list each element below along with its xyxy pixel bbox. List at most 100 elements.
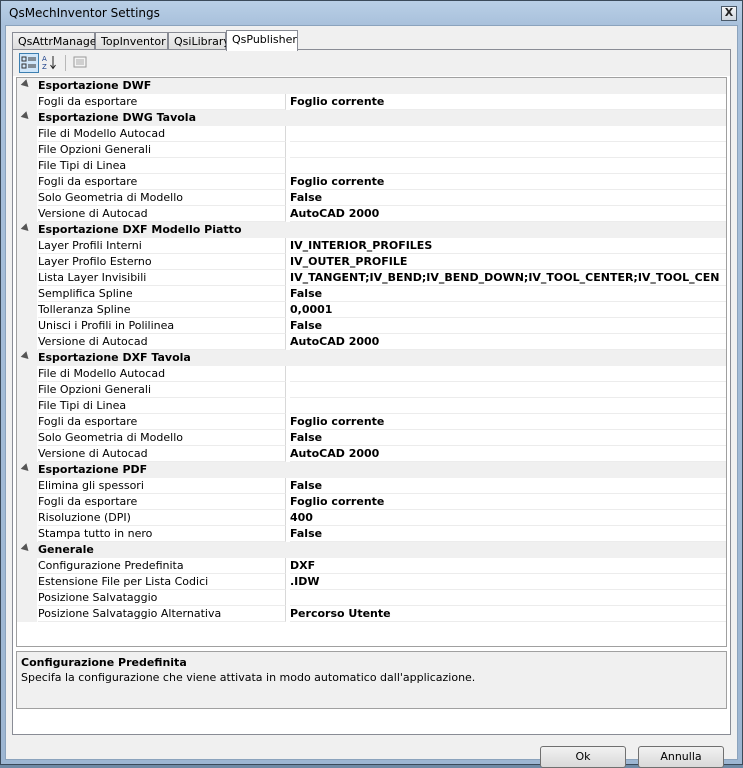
tab-qspublisher[interactable]: QsPublisher: [226, 30, 298, 51]
property-row[interactable]: File Opzioni Generali: [17, 382, 726, 398]
row-gutter: [17, 142, 37, 158]
property-name: Semplifica Spline: [38, 286, 286, 302]
tab-topinventor[interactable]: TopInventor: [95, 32, 168, 50]
category-label: Esportazione DWG Tavola: [38, 111, 197, 124]
category-label: Esportazione PDF: [38, 463, 148, 476]
category-row[interactable]: Esportazione DWF: [17, 78, 726, 94]
property-value[interactable]: False: [290, 286, 726, 302]
property-row[interactable]: Risoluzione (DPI) 400: [17, 510, 726, 526]
property-value[interactable]: [290, 366, 726, 382]
categorized-view-button[interactable]: [19, 53, 39, 73]
property-value[interactable]: Foglio corrente: [290, 174, 726, 190]
row-gutter: [17, 190, 37, 206]
title-bar[interactable]: QsMechInventor Settings X: [1, 1, 742, 27]
property-row[interactable]: Versione di Autocad AutoCAD 2000: [17, 334, 726, 350]
property-row[interactable]: File di Modello Autocad: [17, 366, 726, 382]
property-value[interactable]: Percorso Utente: [290, 606, 726, 622]
collapse-triangle-icon[interactable]: [20, 111, 32, 122]
property-name: Versione di Autocad: [38, 446, 286, 462]
property-row[interactable]: File Tipi di Linea: [17, 398, 726, 414]
property-row[interactable]: Fogli da esportare Foglio corrente: [17, 94, 726, 110]
alphabetical-sort-button[interactable]: A Z: [41, 53, 61, 73]
property-name: Layer Profili Interni: [38, 238, 286, 254]
property-pages-button[interactable]: [71, 53, 91, 73]
property-row[interactable]: Fogli da esportare Foglio corrente: [17, 174, 726, 190]
property-value[interactable]: False: [290, 318, 726, 334]
property-value[interactable]: Foglio corrente: [290, 414, 726, 430]
property-row[interactable]: Unisci i Profili in Polilinea False: [17, 318, 726, 334]
collapse-triangle-icon[interactable]: [20, 543, 32, 554]
property-row[interactable]: Estensione File per Lista Codici .IDW: [17, 574, 726, 590]
property-value[interactable]: False: [290, 430, 726, 446]
tab-qsilibrary[interactable]: QsiLibrary: [168, 32, 230, 50]
collapse-triangle-icon[interactable]: [20, 223, 32, 234]
category-row[interactable]: Generale: [17, 542, 726, 558]
property-row[interactable]: Fogli da esportare Foglio corrente: [17, 494, 726, 510]
property-row[interactable]: Solo Geometria di Modello False: [17, 190, 726, 206]
row-gutter: [17, 590, 37, 606]
category-row[interactable]: Esportazione DXF Modello Piatto: [17, 222, 726, 238]
property-row[interactable]: Versione di Autocad AutoCAD 2000: [17, 206, 726, 222]
property-row[interactable]: File di Modello Autocad: [17, 126, 726, 142]
property-row[interactable]: Solo Geometria di Modello False: [17, 430, 726, 446]
property-value[interactable]: False: [290, 190, 726, 206]
property-row[interactable]: Semplifica Spline False: [17, 286, 726, 302]
property-name: Versione di Autocad: [38, 206, 286, 222]
property-value[interactable]: DXF: [290, 558, 726, 574]
property-value[interactable]: False: [290, 478, 726, 494]
description-pane: Configurazione Predefinita Specifa la co…: [16, 651, 727, 709]
tab-qsattrmanager[interactable]: QsAttrManager: [12, 32, 101, 50]
property-value[interactable]: .IDW: [290, 574, 726, 590]
property-value[interactable]: 400: [290, 510, 726, 526]
property-row[interactable]: Elimina gli spessori False: [17, 478, 726, 494]
row-gutter: [17, 494, 37, 510]
category-row[interactable]: Esportazione DXF Tavola: [17, 350, 726, 366]
row-gutter: [17, 574, 37, 590]
property-row[interactable]: Lista Layer Invisibili IV_TANGENT;IV_BEND…: [17, 270, 726, 286]
property-row[interactable]: Tolleranza Spline 0,0001: [17, 302, 726, 318]
property-value[interactable]: AutoCAD 2000: [290, 446, 726, 462]
property-name: File Tipi di Linea: [38, 158, 286, 174]
collapse-triangle-icon[interactable]: [20, 351, 32, 362]
row-gutter: [17, 94, 37, 110]
property-value[interactable]: [290, 590, 726, 606]
property-row[interactable]: File Tipi di Linea: [17, 158, 726, 174]
property-value[interactable]: [290, 398, 726, 414]
category-row[interactable]: Esportazione PDF: [17, 462, 726, 478]
property-row[interactable]: Layer Profili Interni IV_INTERIOR_PROFILE…: [17, 238, 726, 254]
property-value[interactable]: IV_OUTER_PROFILE: [290, 254, 726, 270]
property-value[interactable]: Foglio corrente: [290, 94, 726, 110]
property-value[interactable]: [290, 158, 726, 174]
category-row[interactable]: Esportazione DWG Tavola: [17, 110, 726, 126]
property-row[interactable]: Posizione Salvataggio Alternativa Percors…: [17, 606, 726, 622]
property-value[interactable]: AutoCAD 2000: [290, 206, 726, 222]
property-row[interactable]: Fogli da esportare Foglio corrente: [17, 414, 726, 430]
property-value[interactable]: [290, 382, 726, 398]
property-row[interactable]: File Opzioni Generali: [17, 142, 726, 158]
categorized-view-icon: [21, 56, 36, 69]
close-button[interactable]: X: [721, 6, 737, 21]
collapse-triangle-icon[interactable]: [20, 463, 32, 474]
property-row[interactable]: Versione di Autocad AutoCAD 2000: [17, 446, 726, 462]
row-gutter: [17, 414, 37, 430]
property-name: Fogli da esportare: [38, 94, 286, 110]
property-value[interactable]: [290, 142, 726, 158]
property-value[interactable]: Foglio corrente: [290, 494, 726, 510]
property-value[interactable]: False: [290, 526, 726, 542]
property-row[interactable]: Posizione Salvataggio: [17, 590, 726, 606]
alphabetical-sort-icon: A Z: [42, 55, 56, 71]
property-name: Tolleranza Spline: [38, 302, 286, 318]
property-value[interactable]: IV_INTERIOR_PROFILES: [290, 238, 726, 254]
property-value[interactable]: IV_TANGENT;IV_BEND;IV_BEND_DOWN;IV_TOOL_…: [290, 270, 726, 286]
collapse-triangle-icon[interactable]: [20, 79, 32, 90]
property-grid[interactable]: Esportazione DWF Fogli da esportare Foglio…: [16, 77, 727, 647]
row-gutter: [17, 206, 37, 222]
property-row[interactable]: Layer Profilo Esterno IV_OUTER_PROFILE: [17, 254, 726, 270]
property-row[interactable]: Stampa tutto in nero False: [17, 526, 726, 542]
row-gutter: [17, 606, 37, 622]
property-value[interactable]: [290, 126, 726, 142]
property-row[interactable]: Configurazione Predefinita DXF: [17, 558, 726, 574]
property-value[interactable]: 0,0001: [290, 302, 726, 318]
property-value[interactable]: AutoCAD 2000: [290, 334, 726, 350]
svg-text:A: A: [42, 55, 47, 63]
